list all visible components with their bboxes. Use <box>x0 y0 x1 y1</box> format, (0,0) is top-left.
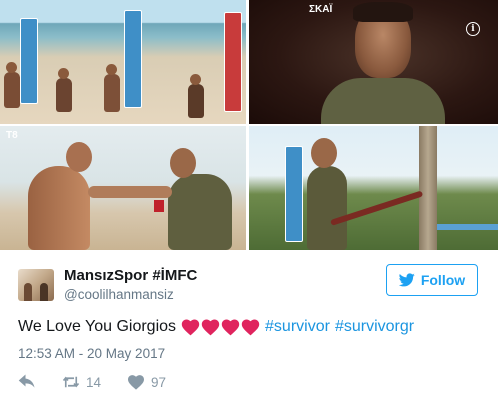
flag-blue <box>124 10 142 108</box>
player-head <box>170 148 196 178</box>
info-icon[interactable]: i <box>466 22 480 36</box>
media-photo-portrait[interactable]: ΣΚΑΪ i <box>249 0 498 124</box>
heart-emojis <box>181 318 260 336</box>
media-photo-stick[interactable] <box>249 126 498 250</box>
avatar-figure <box>24 283 32 301</box>
reply-button[interactable] <box>18 374 36 390</box>
media-photo-handshake[interactable]: T8 <box>0 126 246 250</box>
avatar-figure <box>40 283 48 301</box>
reply-icon <box>18 374 35 388</box>
channel-watermark: T8 <box>6 130 18 141</box>
player-head <box>58 68 69 79</box>
retweet-count: 14 <box>86 374 102 390</box>
flag-blue <box>285 146 303 242</box>
display-name[interactable]: MansızSpor #İMFC <box>64 267 197 284</box>
follow-button[interactable]: Follow <box>386 264 478 296</box>
red-heart-emoji <box>201 319 220 336</box>
channel-watermark: ΣΚΑΪ <box>309 4 333 15</box>
red-heart-emoji <box>221 319 240 336</box>
player-figure <box>104 74 120 112</box>
barrier-bar <box>437 224 498 230</box>
heart-icon <box>128 375 145 390</box>
player-head <box>106 64 117 75</box>
hashtag-survivorgr[interactable]: #survivorgr <box>335 318 414 336</box>
portrait-shirt <box>321 78 445 124</box>
player-head <box>6 62 17 73</box>
player-right-torso <box>168 174 232 250</box>
flag-red <box>224 12 242 112</box>
tweet-text: We Love You Giorgios #survivor #survivor… <box>18 318 419 336</box>
red-wristband <box>154 200 164 212</box>
like-button[interactable]: 97 <box>127 374 166 390</box>
red-heart-emoji <box>241 319 260 336</box>
handshake-arms <box>88 186 172 198</box>
retweet-button[interactable]: 14 <box>62 374 101 390</box>
tweet-timestamp[interactable]: 12:53 AM - 20 May 2017 <box>18 346 165 361</box>
portrait-hair <box>353 2 413 22</box>
like-count: 97 <box>151 374 167 390</box>
player-figure <box>56 78 72 112</box>
player-figure <box>4 72 20 108</box>
hashtag-survivor[interactable]: #survivor <box>265 318 330 336</box>
tweet-actions: 14 97 <box>18 372 192 392</box>
media-grid[interactable]: ΣΚΑΪ i T8 <box>0 0 498 250</box>
player-left-torso <box>28 166 90 250</box>
user-handle[interactable]: @coolilhanmansiz <box>64 287 174 302</box>
flag-blue <box>20 18 38 104</box>
twitter-bird-icon <box>398 273 415 287</box>
player-head <box>66 142 92 172</box>
tweet-text-body: We Love You Giorgios <box>18 318 177 335</box>
player-head <box>311 138 337 168</box>
player-head <box>190 74 201 85</box>
palm-trunk <box>419 126 437 250</box>
avatar[interactable] <box>18 269 54 301</box>
media-photo-beach[interactable] <box>0 0 246 124</box>
follow-label: Follow <box>420 272 466 288</box>
retweet-icon <box>62 376 80 388</box>
player-torso <box>307 166 347 250</box>
player-figure <box>188 84 204 118</box>
tweet-header: MansızSpor #İMFC @coolilhanmansiz Follow <box>18 263 488 303</box>
red-heart-emoji <box>181 319 200 336</box>
